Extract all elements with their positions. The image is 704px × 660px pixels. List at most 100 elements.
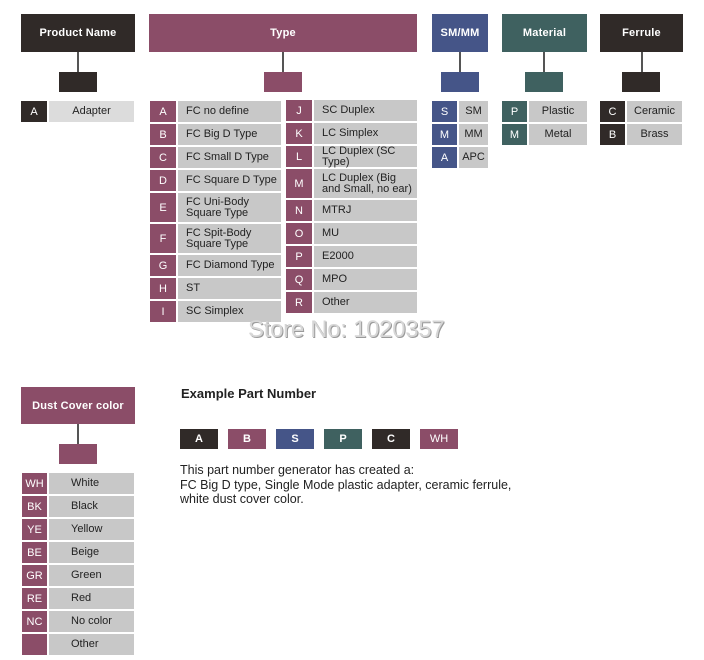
code-cell: A [21, 101, 47, 122]
label-cell: Black [49, 496, 134, 517]
code-cell: M [432, 124, 457, 145]
label-cell: FC Square D Type [178, 170, 281, 191]
label-cell: LC Duplex (Big and Small, no ear) [314, 169, 417, 198]
code-cell: E [150, 193, 176, 222]
type-table-left: A FC no define B FC Big D Type C FC Small D T… [150, 101, 281, 324]
dust-cover-row: Other [22, 634, 134, 655]
material-row: P Plastic [502, 101, 587, 122]
example-chip-mode: S [276, 429, 314, 449]
label-cell: Green [49, 565, 134, 586]
code-cell: WH [22, 473, 47, 494]
label-cell: FC Uni-Body Square Type [178, 193, 281, 222]
material-header: Material [502, 14, 587, 52]
label-cell: Yellow [49, 519, 134, 540]
example-chip-ferrule: C [372, 429, 410, 449]
code-cell: R [286, 292, 312, 313]
code-cell: A [150, 101, 176, 122]
label-cell: Metal [529, 124, 587, 145]
type-row: H ST [150, 278, 281, 299]
type-row: A FC no define [150, 101, 281, 122]
label-cell: Other [314, 292, 417, 313]
product-name-row: A Adapter [21, 101, 134, 122]
dust-cover-row: YE Yellow [22, 519, 134, 540]
label-cell: White [49, 473, 134, 494]
code-cell: YE [22, 519, 47, 540]
ferrule-selector-box [622, 72, 660, 92]
type-row: G FC Diamond Type [150, 255, 281, 276]
example-chip-material: P [324, 429, 362, 449]
dust-cover-row: BK Black [22, 496, 134, 517]
description-line: white dust cover color. [180, 492, 304, 506]
smmm-selector-box [441, 72, 479, 92]
code-cell: GR [22, 565, 47, 586]
label-cell: SC Duplex [314, 100, 417, 121]
code-cell: H [150, 278, 176, 299]
ferrule-table: C Ceramic B Brass [600, 101, 682, 147]
type-row: M LC Duplex (Big and Small, no ear) [286, 169, 417, 198]
smmm-connector [459, 52, 461, 72]
material-table: P Plastic M Metal [502, 101, 587, 147]
type-row: E FC Uni-Body Square Type [150, 193, 281, 222]
dust-cover-row: NC No color [22, 611, 134, 632]
type-row: F FC Spit-Body Square Type [150, 224, 281, 253]
label-cell: MTRJ [314, 200, 417, 221]
label-cell: No color [49, 611, 134, 632]
dust-cover-row: WH White [22, 473, 134, 494]
description-line: This part number generator has created a… [180, 463, 415, 477]
code-cell: B [600, 124, 625, 145]
ferrule-row: C Ceramic [600, 101, 682, 122]
label-cell: FC Diamond Type [178, 255, 281, 276]
label-cell: MM [459, 124, 488, 145]
code-cell: RE [22, 588, 47, 609]
label-cell: FC Small D Type [178, 147, 281, 168]
code-cell: S [432, 101, 457, 122]
code-cell: M [502, 124, 527, 145]
ferrule-row: B Brass [600, 124, 682, 145]
label-cell: SM [459, 101, 488, 122]
type-row: C FC Small D Type [150, 147, 281, 168]
example-chip-product: A [180, 429, 218, 449]
dust-cover-connector [77, 424, 79, 444]
label-cell: ST [178, 278, 281, 299]
description-line: FC Big D type, Single Mode plastic adapt… [180, 477, 512, 492]
smmm-table: S SM M MM A APC [432, 101, 488, 170]
label-cell: Other [49, 634, 134, 655]
code-cell: G [150, 255, 176, 276]
code-cell: B [150, 124, 176, 145]
code-cell: D [150, 170, 176, 191]
example-description: This part number generator has created a… [180, 463, 511, 507]
type-row: K LC Simplex [286, 123, 417, 144]
label-cell: Red [49, 588, 134, 609]
code-cell: L [286, 146, 312, 167]
type-row: J SC Duplex [286, 100, 417, 121]
type-connector [282, 52, 284, 72]
ferrule-connector [641, 52, 643, 72]
label-cell: Plastic [529, 101, 587, 122]
code-cell: P [286, 246, 312, 267]
type-row: Q MPO [286, 269, 417, 290]
type-table-right: J SC Duplex K LC Simplex L LC Duplex (SC Type… [286, 100, 417, 315]
type-row: P E2000 [286, 246, 417, 267]
store-watermark: Store No: 1020357 [248, 316, 445, 343]
label-cell: FC Spit-Body Square Type [178, 224, 281, 253]
smmm-row: S SM [432, 101, 488, 122]
code-cell: F [150, 224, 176, 253]
label-cell: E2000 [314, 246, 417, 267]
code-cell: M [286, 169, 312, 198]
product-name-selector-box [59, 72, 97, 92]
code-cell [22, 634, 47, 655]
label-cell: LC Duplex (SC Type) [314, 145, 417, 167]
label-cell: LC Simplex [314, 123, 417, 144]
material-row: M Metal [502, 124, 587, 145]
dust-cover-row: GR Green [22, 565, 134, 586]
example-part-number: A B S P C WH [180, 429, 468, 449]
code-cell: I [150, 301, 176, 322]
code-cell: P [502, 101, 527, 122]
material-selector-box [525, 72, 563, 92]
label-cell: MU [314, 223, 417, 244]
code-cell: NC [22, 611, 47, 632]
dust-cover-selector-box [59, 444, 97, 464]
type-row: N MTRJ [286, 200, 417, 221]
code-cell: K [286, 123, 312, 144]
product-name-connector [77, 52, 79, 72]
